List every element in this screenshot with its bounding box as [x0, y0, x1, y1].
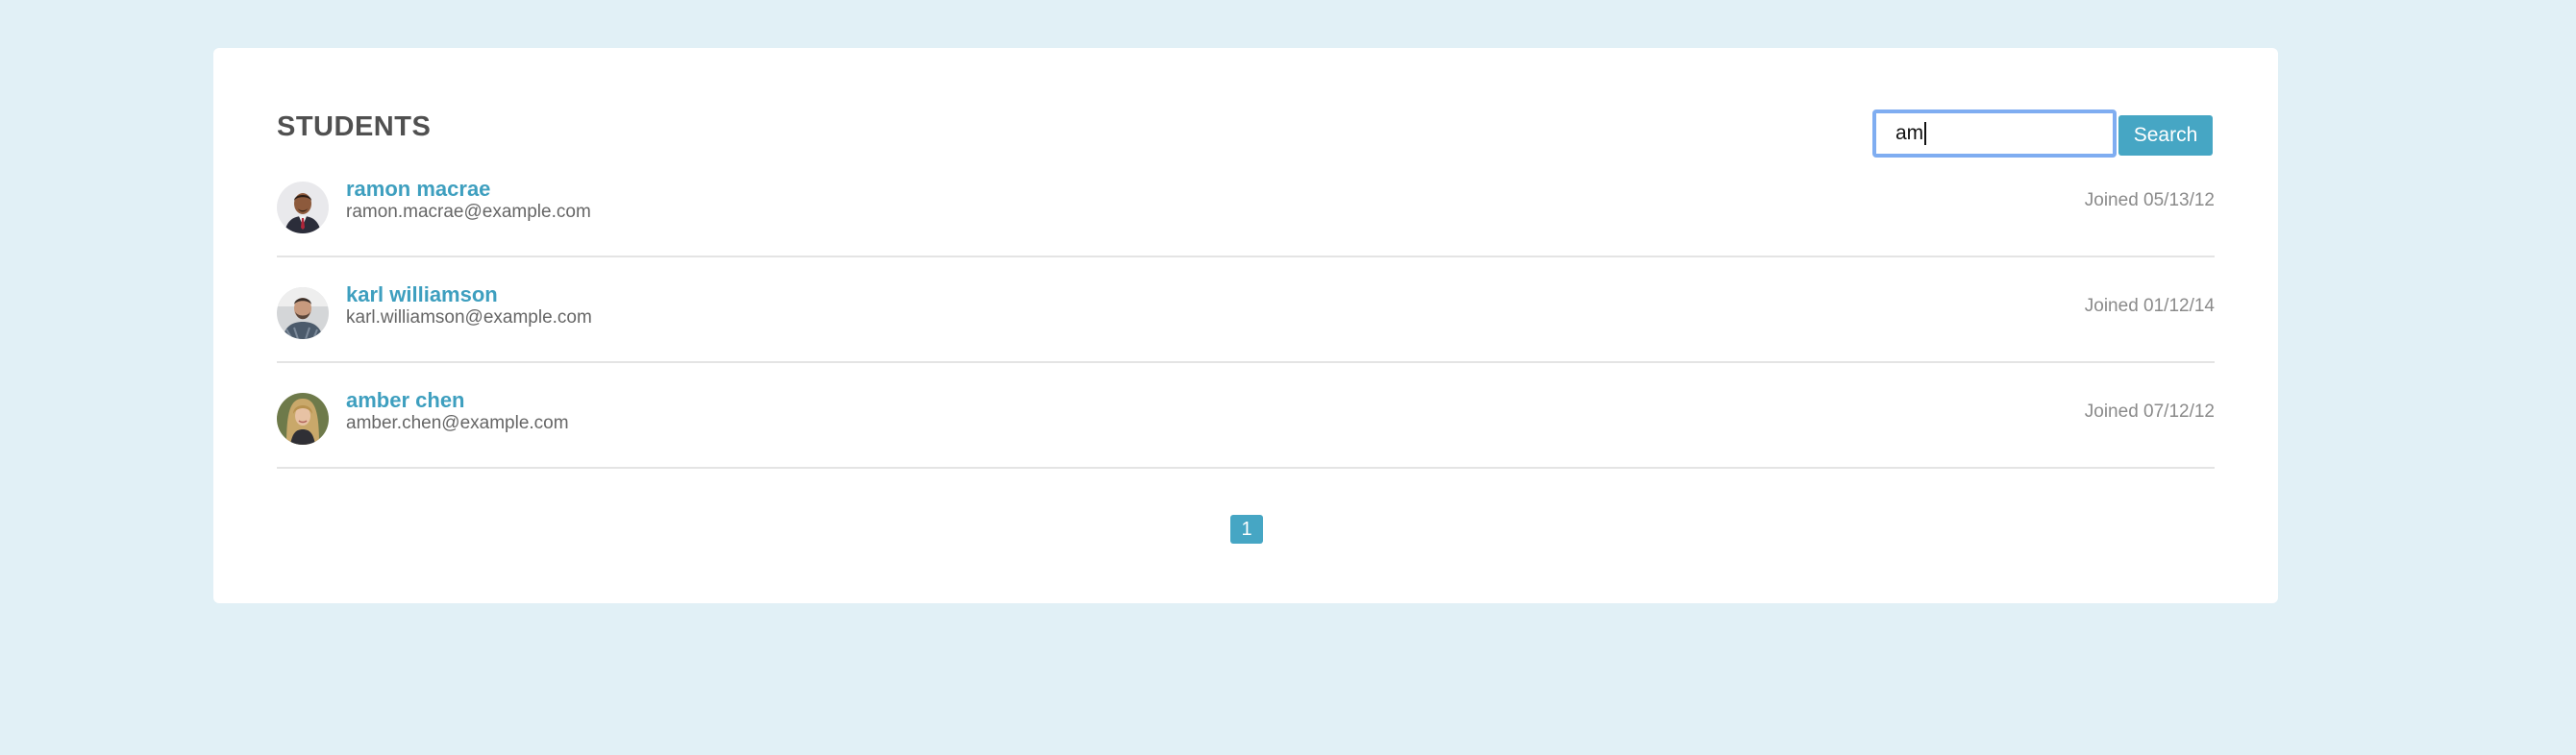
student-list: ramon macrae ramon.macrae@example.com Jo…: [277, 152, 2215, 469]
joined-date: Joined 01/12/14: [2084, 296, 2215, 316]
student-email: karl.williamson@example.com: [346, 307, 592, 328]
joined-date: Joined 05/13/12: [2084, 190, 2215, 210]
student-name[interactable]: amber chen: [346, 388, 465, 413]
search-input-value: am: [1895, 122, 1924, 144]
student-email: amber.chen@example.com: [346, 413, 569, 433]
list-item: karl williamson karl.williamson@example.…: [277, 257, 2215, 363]
joined-date: Joined 07/12/12: [2084, 402, 2215, 422]
students-card: STUDENTS am Search ramon macrae ramon.ma…: [213, 48, 2278, 603]
avatar: [277, 287, 329, 339]
pagination: 1: [1230, 515, 1263, 544]
page-title: STUDENTS: [277, 111, 432, 142]
student-email: ramon.macrae@example.com: [346, 202, 591, 222]
avatar: [277, 393, 329, 445]
list-item: ramon macrae ramon.macrae@example.com Jo…: [277, 152, 2215, 257]
student-name[interactable]: karl williamson: [346, 282, 498, 307]
search-input[interactable]: am: [1872, 110, 2117, 158]
text-caret: [1924, 122, 1927, 145]
search-button[interactable]: Search: [2118, 115, 2213, 156]
page-button-current[interactable]: 1: [1230, 515, 1263, 544]
avatar: [277, 182, 329, 233]
student-name[interactable]: ramon macrae: [346, 177, 490, 202]
list-item: amber chen amber.chen@example.com Joined…: [277, 363, 2215, 469]
